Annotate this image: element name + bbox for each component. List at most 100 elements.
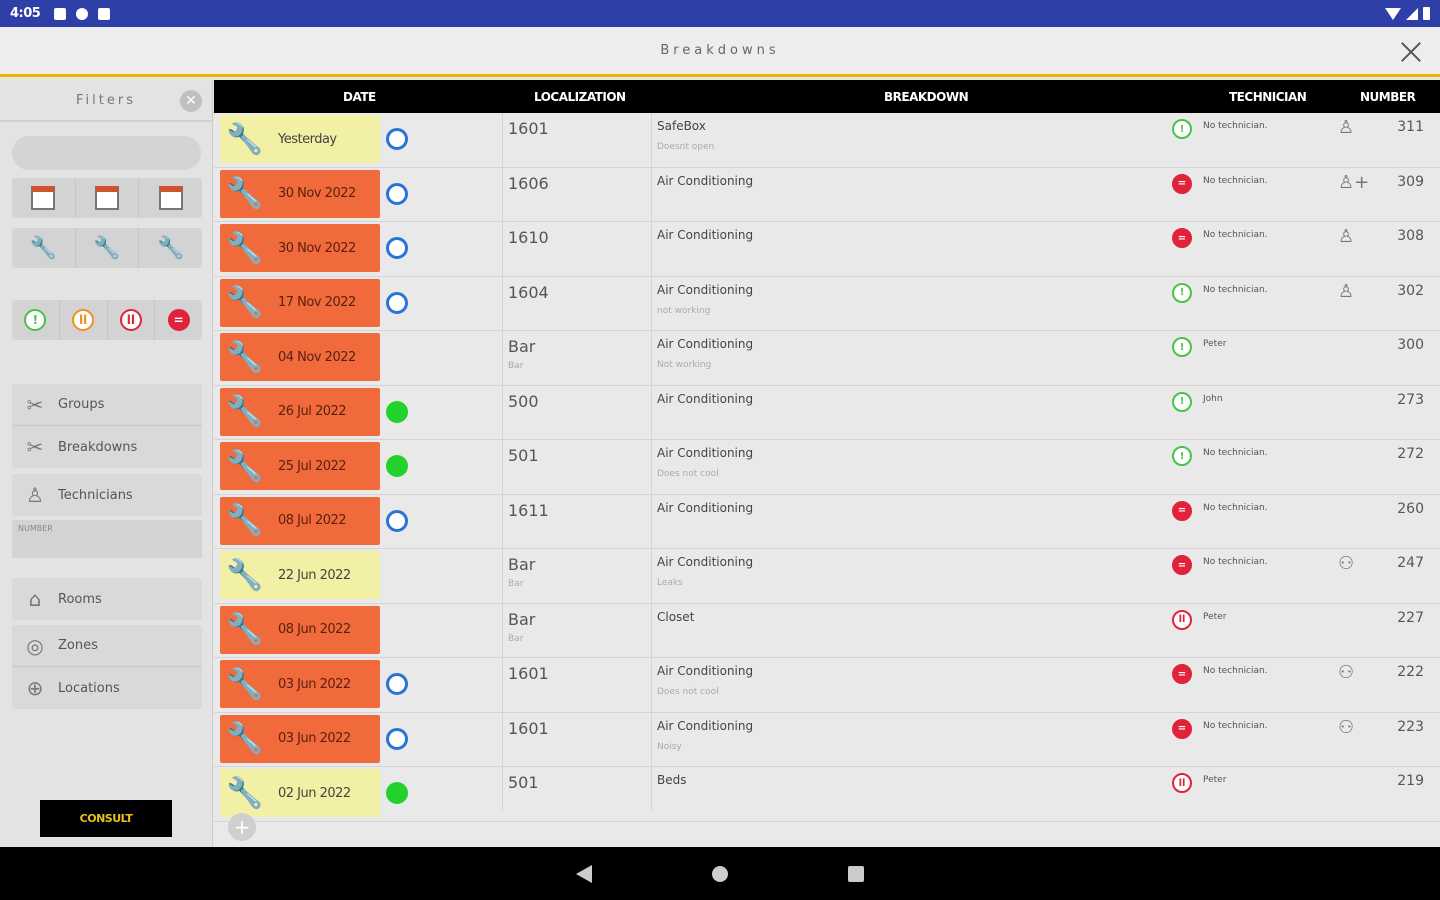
- column-number[interactable]: NUMBER: [1360, 90, 1416, 104]
- filter-priority-high[interactable]: 🔧: [12, 228, 76, 268]
- menu-item-rooms[interactable]: ⌂ Rooms: [12, 578, 202, 620]
- status-progress-icon: ll: [72, 309, 95, 331]
- technician-text: Peter: [1203, 339, 1227, 349]
- status-open-icon: !: [1172, 446, 1192, 466]
- date-text: 08 Jul 2022: [278, 513, 347, 528]
- menu-item-technicians[interactable]: ♙ Technicians: [12, 474, 202, 516]
- consult-button[interactable]: CONSULT: [40, 800, 172, 837]
- filter-week[interactable]: [76, 178, 140, 218]
- column-breakdown[interactable]: BREAKDOWN: [884, 90, 969, 104]
- number-text: 273: [1397, 391, 1424, 408]
- home-icon[interactable]: [712, 865, 728, 882]
- breakdown-subtext: Leaks: [657, 578, 683, 588]
- date-cell[interactable]: 🔧 08 Jul 2022: [220, 496, 380, 545]
- menu-item-locations[interactable]: ⊕ Locations: [12, 667, 202, 709]
- date-text: 08 Jun 2022: [278, 622, 351, 637]
- localization-text: 1610: [508, 228, 549, 247]
- menu-item-groups[interactable]: ✂ Groups: [12, 384, 202, 426]
- breakdown-text: Air Conditioning: [657, 282, 754, 297]
- search-input[interactable]: [12, 136, 201, 170]
- table-row[interactable]: 🔧 22 Jun 2022 Bar Bar Air Conditioning Leaks =…: [214, 549, 1440, 604]
- filters-header: Filters ✕: [0, 80, 212, 122]
- date-cell[interactable]: 🔧 03 Jun 2022: [220, 660, 380, 708]
- table-row[interactable]: 🔧 08 Jul 2022 1611 Air Conditioning = No tech…: [214, 495, 1440, 549]
- column-date[interactable]: DATE: [343, 90, 376, 104]
- assigned-user-icon: [386, 673, 408, 695]
- filter-status-open[interactable]: !: [12, 300, 60, 340]
- date-cell[interactable]: 🔧 08 Jun 2022: [220, 605, 380, 654]
- number-text: 223: [1397, 718, 1424, 735]
- filter-priority-medium[interactable]: 🔧: [76, 228, 140, 268]
- table-row[interactable]: 🔧 03 Jun 2022 1601 Air Conditioning Does not…: [214, 658, 1440, 713]
- date-text: 03 Jun 2022: [278, 676, 351, 692]
- assigned-user-icon: [386, 128, 408, 150]
- date-cell[interactable]: 🔧 22 Jun 2022: [220, 551, 380, 599]
- filter-priority-low[interactable]: 🔧: [139, 228, 202, 268]
- technician-text: No technician.: [1203, 502, 1268, 513]
- table-row[interactable]: 🔧 02 Jun 2022 501 Beds ll Peter 219: [214, 767, 1440, 822]
- technician-text: No technician.: [1203, 175, 1268, 186]
- date-cell[interactable]: 🔧 26 Jul 2022: [220, 387, 380, 436]
- number-text: 302: [1397, 282, 1424, 299]
- close-icon[interactable]: [1398, 39, 1424, 65]
- localization-text: 1601: [508, 119, 549, 138]
- filter-status-paused[interactable]: ll: [108, 300, 156, 340]
- date-cell[interactable]: 🔧 30 Nov 2022: [220, 169, 380, 218]
- wrench-icon: 🔧: [226, 230, 264, 266]
- date-text: 04 Nov 2022: [278, 349, 356, 365]
- menu-item-breakdowns[interactable]: ✂ Breakdowns: [12, 426, 202, 468]
- filter-month[interactable]: [139, 178, 202, 218]
- menu-group-1: ✂ Groups ✂ Breakdowns: [12, 384, 202, 468]
- date-text: 26 Jul 2022: [278, 404, 347, 419]
- globe-icon: ⊕: [26, 676, 44, 700]
- menu-item-zones[interactable]: ◎ Zones: [12, 625, 202, 667]
- menu-group-2: ⌂ Rooms: [12, 578, 202, 620]
- breakdown-text: Air Conditioning: [657, 555, 754, 569]
- technician-text: Peter: [1203, 611, 1227, 622]
- table-row[interactable]: 🔧 26 Jul 2022 500 Air Conditioning! John 273: [214, 386, 1440, 440]
- back-icon[interactable]: [576, 864, 592, 883]
- person-icon: ♙: [1338, 117, 1355, 138]
- date-cell[interactable]: 🔧 25 Jul 2022: [220, 442, 380, 490]
- date-text: 17 Nov 2022: [278, 295, 356, 310]
- number-text: 247: [1397, 555, 1424, 571]
- breakdown-subtext: Noisy: [657, 741, 682, 752]
- filter-status-stopped[interactable]: =: [155, 300, 202, 340]
- date-cell[interactable]: 🔧 30 Nov 2022: [220, 224, 380, 272]
- status-stop-icon: =: [1172, 500, 1192, 521]
- date-cell[interactable]: 🔧 17 Nov 2022: [220, 278, 380, 327]
- filter-day[interactable]: [12, 178, 76, 218]
- breakdown-text: Air Conditioning: [657, 173, 754, 188]
- table-body: 🔧 Yesterday 1601 SafeBox Doesnt open! No tech…: [214, 113, 1440, 822]
- date-cell[interactable]: 🔧 04 Nov 2022: [220, 333, 380, 381]
- status-paused-icon: ll: [119, 309, 142, 331]
- date-cell[interactable]: 🔧 03 Jun 2022: [220, 714, 380, 763]
- add-breakdown-button[interactable]: +: [228, 813, 256, 841]
- table-row[interactable]: 🔧 08 Jun 2022 Bar Bar Closet ll Peter 227: [214, 604, 1440, 658]
- wrench-icon: 🔧: [226, 394, 264, 429]
- table-row[interactable]: 🔧 17 Nov 2022 1604 Air Conditioning not work…: [214, 277, 1440, 331]
- table-row[interactable]: 🔧 Yesterday 1601 SafeBox Doesnt open! No tech…: [214, 113, 1440, 168]
- date-cell[interactable]: 🔧 02 Jun 2022: [220, 769, 380, 817]
- table-row[interactable]: 🔧 03 Jun 2022 1601 Air Conditioning Noisy = No…: [214, 713, 1440, 767]
- localization-text: Bar: [508, 555, 536, 574]
- table-row[interactable]: 🔧 30 Nov 2022 1610 Air Conditioning = No tech…: [214, 222, 1440, 277]
- status-open-icon: !: [24, 309, 47, 331]
- menu-label: Groups: [58, 397, 105, 412]
- filter-status-progress[interactable]: ll: [60, 300, 108, 340]
- table-row[interactable]: 🔧 04 Nov 2022 Bar Bar Air Conditioning Not wo…: [214, 331, 1440, 386]
- technician-text: No technician.: [1203, 448, 1268, 458]
- technician-text: No technician.: [1203, 666, 1268, 676]
- column-technician[interactable]: TECHNICIAN: [1229, 90, 1307, 104]
- status-paused-icon: ll: [1172, 609, 1192, 630]
- table-row[interactable]: 🔧 25 Jul 2022 501 Air Conditioning Does not …: [214, 440, 1440, 495]
- number-input[interactable]: NUMBER: [12, 520, 202, 558]
- date-cell[interactable]: 🔧 Yesterday: [220, 115, 380, 163]
- recent-apps-icon[interactable]: [848, 865, 864, 882]
- breakdowns-table: DATE LOCALIZATION BREAKDOWN TECHNICIAN N…: [214, 80, 1440, 847]
- clear-filters-icon[interactable]: ✕: [180, 90, 202, 112]
- tools-icon: ✂: [26, 392, 44, 417]
- column-localization[interactable]: LOCALIZATION: [534, 90, 626, 104]
- table-row[interactable]: 🔧 30 Nov 2022 1606 Air Conditioning = No tech…: [214, 168, 1440, 222]
- status-stop-icon: =: [1172, 664, 1192, 684]
